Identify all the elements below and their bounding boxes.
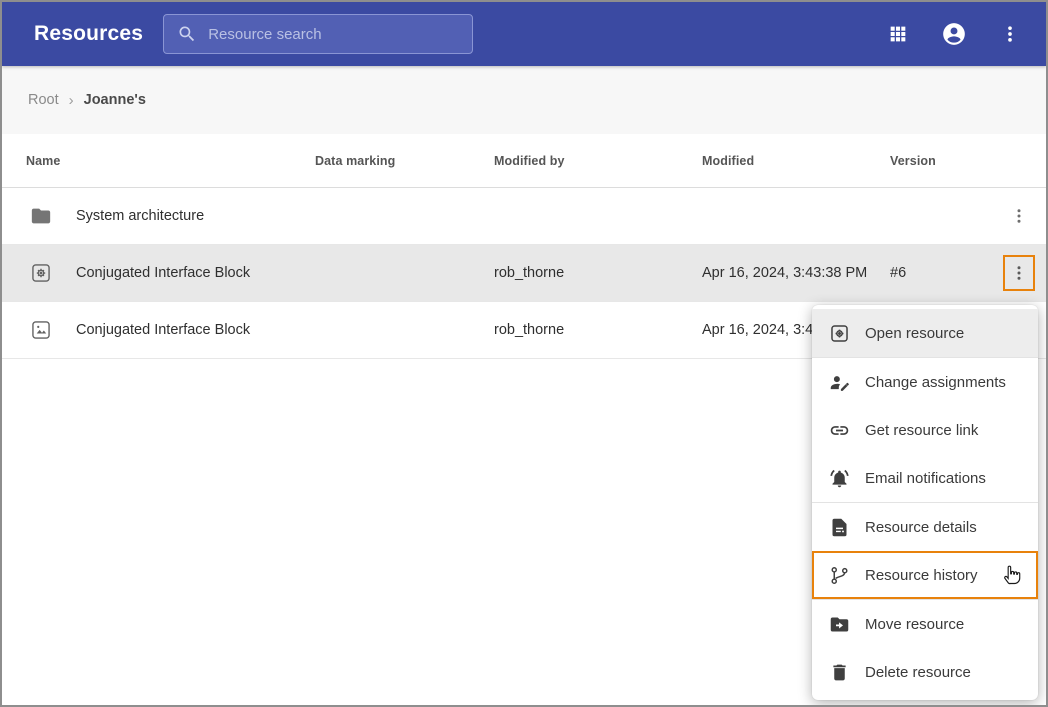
apps-grid-icon[interactable] (884, 20, 912, 48)
table-row[interactable]: Conjugated Interface Block rob_thorne Ap… (2, 245, 1046, 302)
search-icon (176, 23, 198, 45)
open-resource-icon (828, 322, 850, 344)
resource-name[interactable]: Conjugated Interface Block (76, 265, 250, 281)
resource-history-icon (828, 564, 850, 586)
column-header-modified: Modified (702, 154, 890, 168)
column-header-version: Version (890, 154, 992, 168)
breadcrumb-separator-icon: › (69, 92, 74, 109)
more-options-icon[interactable] (996, 20, 1024, 48)
menu-item-get-resource-link[interactable]: Get resource link (812, 406, 1038, 454)
app-window: Resources Root › Joanne's Name (0, 0, 1048, 707)
menu-item-open-resource[interactable]: Open resource (812, 309, 1038, 357)
menu-item-label: Move resource (865, 616, 964, 633)
table-row[interactable]: System architecture (2, 188, 1046, 245)
folder-icon (30, 205, 52, 227)
cell-modified-by: rob_thorne (494, 322, 702, 338)
row-actions-kebab-icon[interactable] (1003, 198, 1035, 234)
search-box[interactable] (163, 14, 473, 54)
block-resource-icon (30, 262, 52, 284)
menu-item-email-notifications[interactable]: Email notifications (812, 454, 1038, 502)
move-resource-icon (828, 613, 850, 635)
menu-item-change-assignments[interactable]: Change assignments (812, 358, 1038, 406)
image-resource-icon (30, 319, 52, 341)
menu-item-label: Email notifications (865, 470, 986, 487)
account-icon[interactable] (940, 20, 968, 48)
cell-modified-by: rob_thorne (494, 265, 702, 281)
column-header-data-marking: Data marking (315, 154, 494, 168)
menu-item-delete-resource[interactable]: Delete resource (812, 648, 1038, 696)
email-notifications-icon (828, 467, 850, 489)
resource-details-icon (828, 516, 850, 538)
change-assignments-icon (828, 371, 850, 393)
context-menu: Open resource Change assignments Get res… (812, 305, 1038, 700)
breadcrumb-current: Joanne's (84, 92, 146, 108)
menu-item-label: Open resource (865, 325, 964, 342)
menu-item-move-resource[interactable]: Move resource (812, 600, 1038, 648)
resource-name[interactable]: Conjugated Interface Block (76, 322, 250, 338)
menu-item-label: Change assignments (865, 374, 1006, 391)
search-input[interactable] (208, 26, 460, 43)
page-title: Resources (34, 22, 143, 46)
link-icon (828, 419, 850, 441)
cell-modified: Apr 16, 2024, 3:43:38 PM (702, 265, 890, 281)
resource-name[interactable]: System architecture (76, 208, 204, 224)
column-header-modified-by: Modified by (494, 154, 702, 168)
column-header-name: Name (2, 154, 315, 168)
cell-version: #6 (890, 265, 992, 281)
breadcrumb: Root › Joanne's (2, 66, 1046, 134)
menu-item-label: Delete resource (865, 664, 971, 681)
delete-icon (828, 661, 850, 683)
app-bar: Resources (2, 2, 1046, 66)
menu-item-label: Resource history (865, 567, 978, 584)
menu-item-label: Get resource link (865, 422, 978, 439)
menu-item-label: Resource details (865, 519, 977, 536)
menu-item-resource-details[interactable]: Resource details (812, 503, 1038, 551)
menu-item-resource-history[interactable]: Resource history (812, 551, 1038, 599)
appbar-actions (884, 20, 1024, 48)
breadcrumb-root[interactable]: Root (28, 92, 59, 108)
table-header: Name Data marking Modified by Modified V… (2, 134, 1046, 188)
row-actions-kebab-icon[interactable] (1003, 255, 1035, 291)
